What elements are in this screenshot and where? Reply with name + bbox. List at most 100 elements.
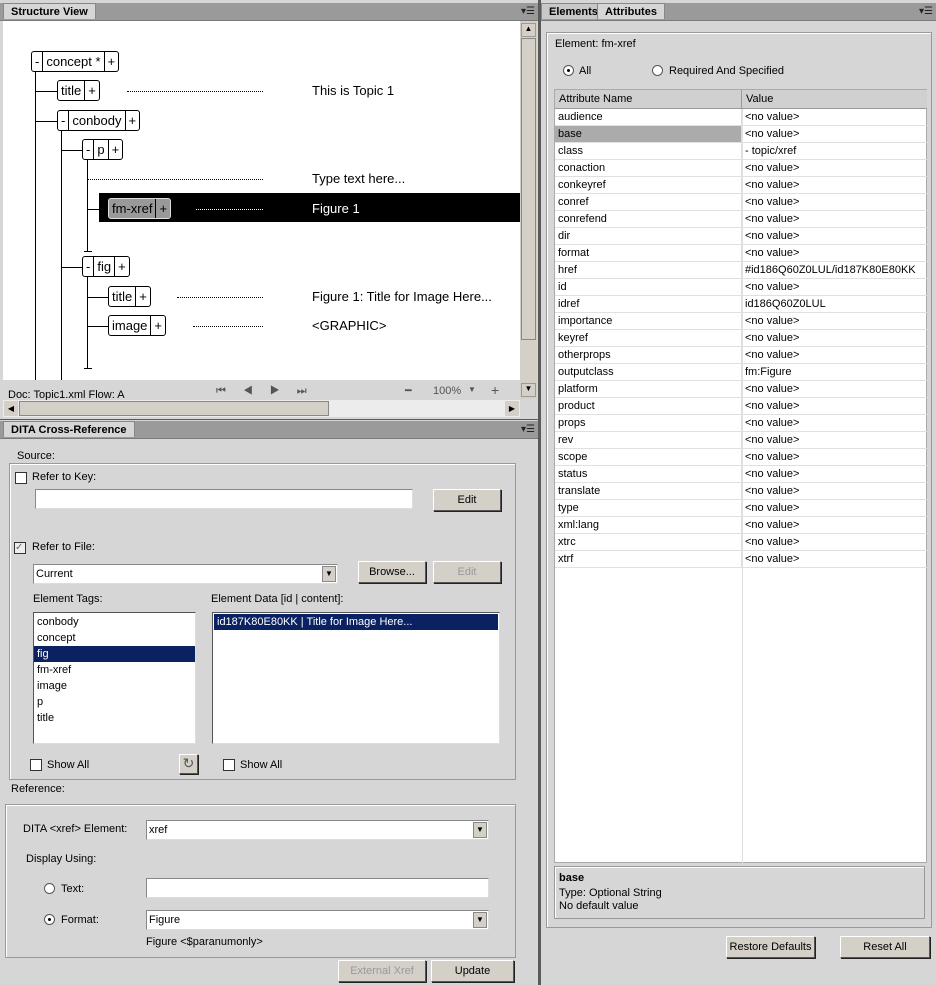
update-button[interactable]: Update [431, 960, 514, 982]
collapse-button[interactable]: - [83, 257, 95, 276]
refer-key-checkbox[interactable] [15, 472, 27, 484]
table-row[interactable]: xml:lang <no value> [555, 517, 927, 534]
table-row[interactable]: platform <no value> [555, 381, 927, 398]
refer-file-checkbox[interactable]: ✓ [14, 542, 26, 554]
file-edit-button[interactable]: Edit [433, 561, 501, 583]
expand-button[interactable]: + [126, 111, 140, 130]
table-row[interactable]: idref id186Q60Z0LUL [555, 296, 927, 313]
attributes-table[interactable]: Attribute Name Value audience <no value> b… [554, 89, 927, 863]
zoom-in-icon[interactable]: + [491, 382, 499, 398]
attribute-value[interactable]: <no value> [742, 500, 799, 516]
table-row[interactable]: xtrf <no value> [555, 551, 927, 568]
attribute-value[interactable]: <no value> [742, 126, 799, 142]
attribute-value[interactable]: <no value> [742, 466, 799, 482]
collapse-button[interactable]: - [58, 111, 70, 130]
required-radio[interactable] [652, 65, 663, 76]
chevron-down-icon[interactable]: ▼ [473, 912, 487, 928]
external-xref-button[interactable]: External Xref [338, 960, 426, 982]
node-fig-title[interactable]: title + [108, 286, 151, 307]
node-fm-xref[interactable]: fm-xref + [108, 198, 172, 219]
table-row[interactable]: format <no value> [555, 245, 927, 262]
hscroll-thumb[interactable] [19, 401, 329, 416]
expand-button[interactable]: + [136, 287, 150, 306]
node-title[interactable]: title + [57, 80, 100, 101]
tab-dita-xref[interactable]: DITA Cross-Reference [3, 421, 135, 437]
table-row[interactable]: xtrc <no value> [555, 534, 927, 551]
table-row[interactable]: class - topic/xref [555, 143, 927, 160]
attribute-value[interactable]: <no value> [742, 313, 799, 329]
xref-element-dropdown[interactable]: xref ▼ [146, 820, 489, 840]
attribute-value[interactable]: <no value> [742, 517, 799, 533]
zoom-out-icon[interactable]: ━ [405, 384, 412, 397]
attribute-value[interactable]: fm:Figure [742, 364, 791, 380]
table-row[interactable]: status <no value> [555, 466, 927, 483]
key-edit-button[interactable]: Edit [433, 489, 501, 511]
table-row[interactable]: otherprops <no value> [555, 347, 927, 364]
scroll-thumb[interactable] [521, 38, 536, 340]
table-row[interactable]: keyref <no value> [555, 330, 927, 347]
scroll-left-icon[interactable]: ◀ [4, 401, 18, 416]
content-image[interactable]: <GRAPHIC> [312, 318, 386, 333]
nav-buttons[interactable]: ⏮ ◀ ▶ ⏭ [216, 385, 386, 398]
attribute-value[interactable]: <no value> [742, 160, 799, 176]
attribute-value[interactable]: <no value> [742, 381, 799, 397]
first-icon[interactable]: ⏮ [216, 385, 226, 397]
node-concept[interactable]: - concept * + [31, 51, 120, 72]
zoom-level[interactable]: 100% [433, 385, 461, 397]
attribute-value[interactable]: - topic/xref [742, 143, 796, 159]
attribute-value[interactable]: <no value> [742, 483, 799, 499]
attribute-value[interactable]: #id186Q60Z0LUL/id187K80E80KK [742, 262, 916, 278]
reset-all-button[interactable]: Reset All [840, 936, 930, 958]
tag-item[interactable]: p [34, 694, 195, 710]
table-row[interactable]: href #id186Q60Z0LUL/id187K80E80KK [555, 262, 927, 279]
chevron-down-icon[interactable]: ▼ [322, 566, 336, 582]
content-p[interactable]: Type text here... [312, 171, 405, 186]
tab-structure-view[interactable]: Structure View [3, 3, 96, 19]
collapse-button[interactable]: - [32, 52, 44, 71]
attribute-value[interactable]: <no value> [742, 551, 799, 567]
tag-item[interactable]: image [34, 678, 195, 694]
expand-button[interactable]: + [105, 52, 119, 71]
table-row[interactable]: conaction <no value> [555, 160, 927, 177]
attribute-value[interactable]: <no value> [742, 534, 799, 550]
attribute-value[interactable]: <no value> [742, 449, 799, 465]
table-row[interactable]: translate <no value> [555, 483, 927, 500]
attribute-value[interactable]: <no value> [742, 279, 799, 295]
attribute-value[interactable]: <no value> [742, 177, 799, 193]
table-row[interactable]: outputclass fm:Figure [555, 364, 927, 381]
attribute-value[interactable]: <no value> [742, 194, 799, 210]
attribute-value[interactable]: <no value> [742, 432, 799, 448]
attribute-value[interactable]: <no value> [742, 109, 799, 125]
col-value[interactable]: Value [742, 90, 777, 108]
tag-item[interactable]: title [34, 710, 195, 726]
file-dropdown[interactable]: Current ▼ [33, 564, 338, 584]
col-attribute-name[interactable]: Attribute Name [555, 90, 742, 108]
tab-attributes[interactable]: Attributes [597, 3, 665, 19]
key-input[interactable] [35, 489, 413, 509]
last-icon[interactable]: ⏭ [297, 385, 307, 397]
table-row[interactable]: importance <no value> [555, 313, 927, 330]
table-row[interactable]: dir <no value> [555, 228, 927, 245]
panel-menu-icon[interactable]: ▾☰ [521, 6, 535, 17]
prev-icon[interactable]: ◀ [243, 385, 253, 397]
table-row[interactable]: conkeyref <no value> [555, 177, 927, 194]
tag-item[interactable]: conbody [34, 614, 195, 630]
vertical-scrollbar[interactable]: ▲ ▼ [520, 21, 537, 399]
table-row[interactable]: scope <no value> [555, 449, 927, 466]
panel-menu-icon[interactable]: ▾☰ [919, 6, 933, 17]
content-title[interactable]: This is Topic 1 [312, 83, 394, 98]
horizontal-scrollbar[interactable]: ◀ ▶ [3, 400, 520, 417]
attribute-value[interactable]: <no value> [742, 415, 799, 431]
all-radio[interactable] [563, 65, 574, 76]
scroll-down-icon[interactable]: ▼ [521, 383, 536, 397]
node-conbody[interactable]: - conbody + [57, 110, 141, 131]
show-all-tags-checkbox[interactable] [30, 759, 42, 771]
collapse-button[interactable]: - [83, 140, 95, 159]
table-row[interactable]: audience <no value> [555, 109, 927, 126]
scroll-right-icon[interactable]: ▶ [505, 401, 519, 416]
refresh-icon[interactable]: ↻ [179, 754, 198, 774]
tag-item[interactable]: concept [34, 630, 195, 646]
tag-item[interactable]: fm-xref [34, 662, 195, 678]
table-row[interactable]: product <no value> [555, 398, 927, 415]
attribute-value[interactable]: <no value> [742, 211, 799, 227]
